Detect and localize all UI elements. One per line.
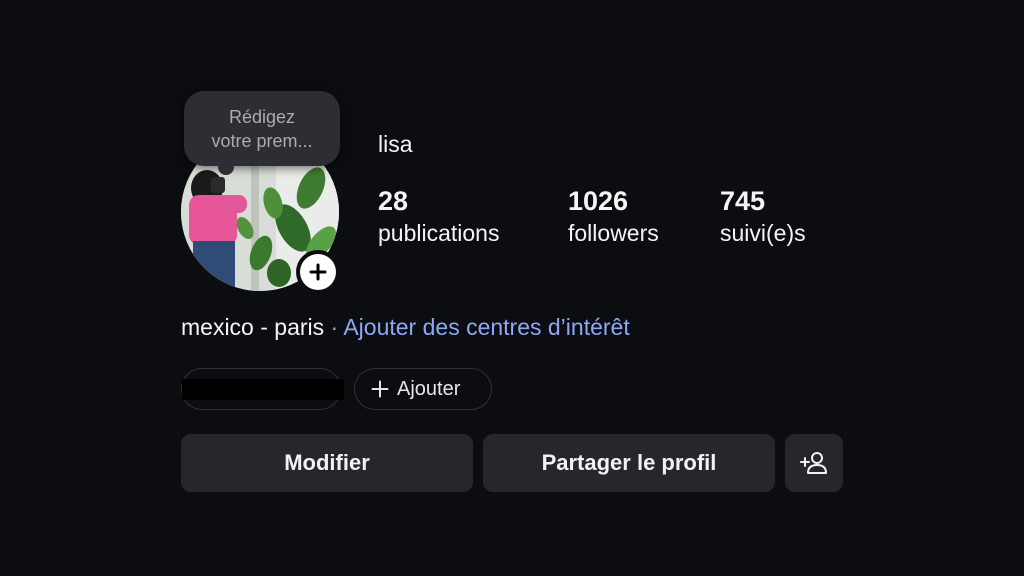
add-story-button[interactable] bbox=[296, 250, 340, 294]
stat-followers-label: followers bbox=[568, 220, 659, 246]
note-bubble[interactable]: Rédigez votre prem... bbox=[184, 91, 340, 175]
username: lisa bbox=[378, 131, 413, 157]
stat-publications-label: publications bbox=[378, 220, 500, 246]
plus-icon bbox=[371, 380, 389, 398]
share-profile-label: Partager le profil bbox=[541, 450, 717, 475]
note-line-1: Rédigez bbox=[228, 106, 296, 127]
profile-page: Rédigez votre prem... lisa 28 publicatio… bbox=[0, 0, 1024, 576]
stat-following-label: suivi(e)s bbox=[720, 220, 806, 246]
add-pill-label: Ajouter bbox=[397, 377, 461, 400]
stat-followers-count: 1026 bbox=[568, 186, 629, 216]
bio-separator: · bbox=[330, 314, 339, 340]
bio-line: mexico - paris · Ajouter des centres d’i… bbox=[181, 314, 630, 341]
add-interests-link[interactable]: Ajouter des centres d’intérêt bbox=[343, 314, 629, 340]
stat-following-count: 745 bbox=[720, 186, 766, 216]
bio-location: mexico - paris bbox=[181, 314, 325, 340]
stat-following[interactable]: 745 suivi(e)s bbox=[720, 184, 806, 248]
edit-profile-label: Modifier bbox=[284, 450, 370, 475]
add-pill-button[interactable]: Ajouter bbox=[354, 368, 492, 410]
note-line-2: votre prem... bbox=[211, 130, 313, 151]
stat-followers[interactable]: 1026 followers bbox=[568, 184, 659, 248]
stat-publications[interactable]: 28 publications bbox=[378, 184, 499, 248]
redacted-pill[interactable] bbox=[181, 368, 344, 410]
add-person-icon bbox=[800, 452, 827, 474]
add-user-button[interactable] bbox=[785, 434, 843, 492]
plus-icon bbox=[300, 254, 336, 290]
stat-publications-count: 28 bbox=[378, 186, 409, 216]
redaction-bar bbox=[182, 379, 344, 400]
share-profile-button[interactable]: Partager le profil bbox=[483, 434, 775, 492]
edit-profile-button[interactable]: Modifier bbox=[181, 434, 473, 492]
